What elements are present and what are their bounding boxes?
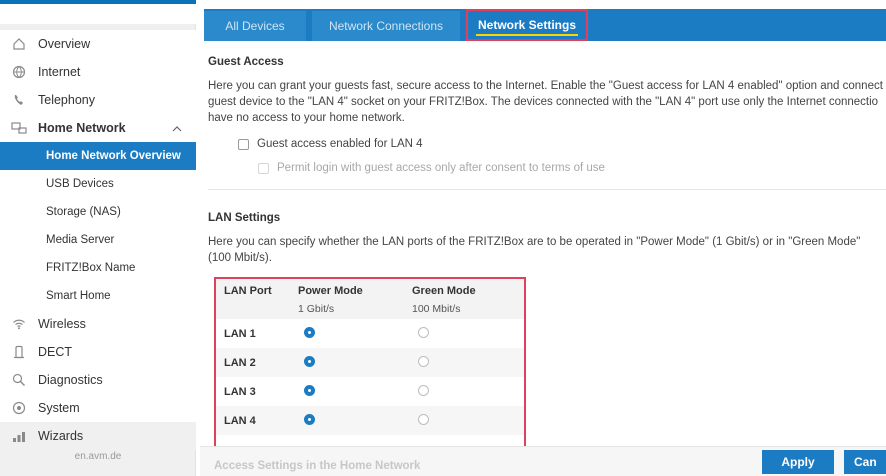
sidebar-item-label: Diagnostics (38, 373, 103, 387)
sidebar-item-dect[interactable]: DECT (0, 338, 196, 366)
tab-network-connections[interactable]: Network Connections (312, 11, 460, 41)
sidebar-item-telephony[interactable]: Telephony (0, 86, 196, 114)
sidebar-item-label: Home Network (38, 121, 126, 135)
power-mode-radio-lan1[interactable] (304, 326, 315, 338)
sidebar-item-diagnostics[interactable]: Diagnostics (0, 366, 196, 394)
green-mode-radio-lan4[interactable] (418, 413, 429, 425)
sidebar-item-label: DECT (38, 345, 73, 359)
power-mode-speed: 1 Gbit/s (298, 303, 335, 315)
wizard-bars-icon (10, 427, 28, 445)
guest-consent-checkbox-row[interactable]: Permit login with guest access only afte… (258, 162, 886, 174)
power-mode-radio-lan4[interactable] (304, 413, 315, 425)
lan-port-label: LAN 1 (224, 327, 256, 340)
green-mode-radio-lan1[interactable] (418, 326, 429, 338)
guest-access-checkbox-label: Guest access enabled for LAN 4 (257, 138, 423, 150)
guest-access-text-line-2: guest device to the "LAN 4" socket on yo… (208, 96, 879, 108)
globe-icon (10, 63, 28, 81)
guest-consent-checkbox-label: Permit login with guest access only afte… (277, 162, 605, 174)
phone-icon (10, 91, 28, 109)
lan-port-label: LAN 2 (224, 356, 256, 369)
cancel-button[interactable]: Can (844, 450, 886, 474)
sidebar-nav: Overview Internet Telephony Home Network (0, 30, 196, 450)
gear-icon (10, 399, 28, 417)
lan-settings-section: LAN Settings Here you can specify whethe… (208, 212, 886, 266)
dect-phone-icon (10, 343, 28, 361)
tab-bar: All Devices Network Connections Network … (204, 9, 886, 41)
sidebar-top-accent (0, 0, 196, 24)
sidebar-subitem-smart-home[interactable]: Smart Home (0, 282, 196, 310)
sidebar-subitem-storage-nas[interactable]: Storage (NAS) (0, 198, 196, 226)
sidebar-item-label: System (38, 401, 80, 415)
sidebar-item-system[interactable]: System (0, 394, 196, 422)
wifi-icon (10, 315, 28, 333)
sidebar-subitem-media-server[interactable]: Media Server (0, 226, 196, 254)
sidebar-item-label: Wizards (38, 429, 84, 443)
guest-access-checkbox-row[interactable]: Guest access enabled for LAN 4 (238, 138, 886, 150)
guest-consent-checkbox[interactable] (258, 162, 269, 174)
table-row: LAN 1 (216, 319, 524, 348)
sidebar-item-label: Overview (38, 37, 91, 51)
lan-settings-text-line-2: (100 Mbit/s). (208, 252, 272, 264)
tab-all-devices[interactable]: All Devices (204, 11, 306, 41)
guest-access-text-line-3: have no access to your home network. (208, 112, 405, 124)
green-mode-speed: 100 Mbit/s (412, 303, 461, 315)
sidebar-item-label: Telephony (38, 93, 95, 107)
lan-settings-heading: LAN Settings (208, 212, 281, 224)
sidebar-subitem-fritzbox-name[interactable]: FRITZ!Box Name (0, 254, 196, 282)
green-mode-radio-lan3[interactable] (418, 384, 429, 396)
sidebar-item-label: Internet (38, 65, 81, 79)
main-content: Guest Access Here you can grant your gue… (208, 44, 886, 476)
lan-port-column-header: LAN Port (224, 285, 272, 297)
sidebar-subitem-home-network-overview[interactable]: Home Network Overview (0, 142, 196, 170)
sidebar-item-home-network[interactable]: Home Network (0, 114, 196, 142)
guest-access-heading: Guest Access (208, 56, 284, 68)
house-icon (10, 35, 28, 53)
section-divider (208, 189, 886, 190)
sidebar-item-label: Wireless (38, 317, 86, 331)
sidebar-subitem-usb-devices[interactable]: USB Devices (0, 170, 196, 198)
access-settings-heading: Access Settings in the Home Network (214, 460, 421, 472)
tab-network-settings[interactable]: Network Settings (466, 9, 588, 41)
magnifier-icon (10, 371, 28, 389)
lan-port-label: LAN 4 (224, 414, 256, 427)
table-row: LAN 4 (216, 406, 524, 435)
guest-access-checkbox[interactable] (238, 138, 249, 150)
table-row: LAN 3 (216, 377, 524, 406)
sidebar-item-wizards[interactable]: Wizards (0, 422, 196, 450)
lan-port-label: LAN 3 (224, 385, 256, 398)
guest-access-section: Guest Access Here you can grant your gue… (208, 56, 886, 174)
green-mode-radio-lan2[interactable] (418, 355, 429, 367)
power-mode-column-header: Power Mode (298, 285, 363, 297)
sidebar-item-overview[interactable]: Overview (0, 30, 196, 58)
sidebar-item-internet[interactable]: Internet (0, 58, 196, 86)
apply-button[interactable]: Apply (762, 450, 834, 474)
chevron-up-icon (172, 121, 182, 135)
table-row: LAN 2 (216, 348, 524, 377)
sidebar: Overview Internet Telephony Home Network (0, 0, 196, 476)
power-mode-radio-lan3[interactable] (304, 384, 315, 396)
sidebar-item-wireless[interactable]: Wireless (0, 310, 196, 338)
footer-url[interactable]: en.avm.de (0, 451, 196, 462)
network-icon (10, 119, 28, 137)
power-mode-radio-lan2[interactable] (304, 355, 315, 367)
green-mode-column-header: Green Mode (412, 285, 476, 297)
lan-settings-text-line-1: Here you can specify whether the LAN por… (208, 236, 861, 248)
guest-access-text-line-1: Here you can grant your guests fast, sec… (208, 80, 883, 92)
lan-table-header: LAN Port Power Mode 1 Gbit/s Green Mode … (216, 279, 524, 319)
